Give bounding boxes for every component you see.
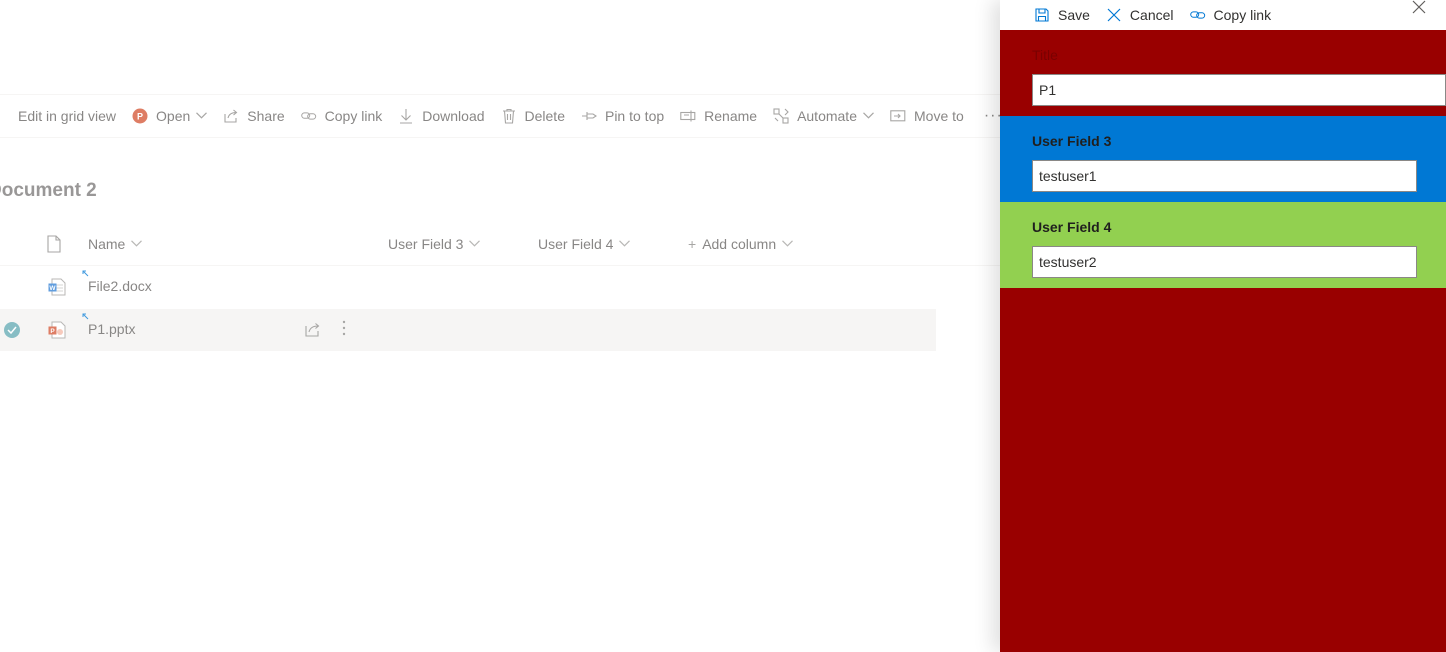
word-file-icon: W bbox=[48, 278, 66, 296]
command-bar: Edit in grid view P Open Share Copy link bbox=[0, 94, 1002, 138]
copy-link-button[interactable]: Copy link bbox=[1189, 7, 1272, 23]
open-label: Open bbox=[156, 108, 191, 124]
chevron-down-icon bbox=[863, 110, 874, 122]
delete-icon bbox=[501, 108, 517, 124]
chevron-down-icon bbox=[196, 110, 208, 122]
rename-icon bbox=[680, 108, 696, 124]
title-field-group: Title bbox=[1000, 30, 1446, 116]
file-name-link[interactable]: P1.pptx bbox=[88, 321, 135, 337]
download-icon bbox=[398, 108, 414, 124]
list-header: Name User Field 3 User Field 4 + Add col… bbox=[0, 224, 1000, 266]
cancel-icon bbox=[1106, 7, 1122, 23]
svg-text:P: P bbox=[50, 328, 55, 335]
pin-to-top-label: Pin to top bbox=[604, 108, 665, 124]
user-field-4-group: User Field 4 bbox=[1000, 202, 1446, 288]
add-column-label: Add column bbox=[702, 236, 777, 252]
title-field-label: Title bbox=[1032, 47, 1058, 63]
column-header-name-label: Name bbox=[88, 236, 126, 252]
chevron-down-icon bbox=[782, 239, 794, 250]
column-header-user-field-3[interactable]: User Field 3 bbox=[388, 236, 481, 252]
move-to-label: Move to bbox=[914, 108, 964, 124]
svg-text:W: W bbox=[49, 285, 56, 292]
column-header-user-field-4-label: User Field 4 bbox=[538, 236, 614, 252]
cancel-button[interactable]: Cancel bbox=[1106, 7, 1174, 23]
user-field-3-group: User Field 3 bbox=[1000, 116, 1446, 202]
save-label: Save bbox=[1058, 7, 1090, 23]
copy-link-label: Copy link bbox=[324, 108, 383, 124]
document-icon bbox=[47, 235, 61, 253]
pin-icon bbox=[581, 108, 597, 124]
add-column-button[interactable]: + Add column bbox=[688, 236, 794, 252]
move-icon bbox=[890, 108, 906, 124]
open-button[interactable]: P Open bbox=[124, 95, 215, 137]
save-button[interactable]: Save bbox=[1034, 7, 1090, 23]
row-selected-check-icon[interactable] bbox=[4, 322, 20, 338]
file-type-column-header[interactable] bbox=[47, 235, 61, 253]
delete-button[interactable]: Delete bbox=[493, 95, 573, 137]
add-icon: + bbox=[688, 236, 697, 252]
chevron-down-icon bbox=[469, 239, 481, 250]
chevron-down-icon bbox=[619, 239, 631, 250]
rename-button[interactable]: Rename bbox=[672, 95, 765, 137]
share-label: Share bbox=[247, 108, 285, 124]
column-header-name[interactable]: Name bbox=[88, 236, 143, 252]
rename-label: Rename bbox=[704, 108, 758, 124]
edit-in-grid-view-button[interactable]: Edit in grid view bbox=[0, 95, 124, 137]
panel-toolbar: Save Cancel Copy link bbox=[1000, 0, 1446, 30]
pin-to-top-button[interactable]: Pin to top bbox=[573, 95, 672, 137]
title-field[interactable] bbox=[1032, 74, 1446, 106]
file-name-link[interactable]: File2.docx bbox=[88, 278, 152, 294]
powerpoint-file-icon: P bbox=[48, 321, 66, 339]
library-title: Document 2 bbox=[0, 180, 97, 201]
row-more-actions-icon[interactable] bbox=[342, 319, 346, 340]
save-icon bbox=[1034, 7, 1050, 23]
copy-link-button[interactable]: Copy link bbox=[293, 95, 391, 137]
sharepoint-library-page: Edit in grid view P Open Share Copy link bbox=[0, 0, 1446, 652]
svg-text:P: P bbox=[137, 112, 143, 122]
link-icon bbox=[1189, 7, 1206, 23]
powerpoint-icon: P bbox=[132, 108, 148, 124]
edit-in-grid-view-label: Edit in grid view bbox=[18, 108, 117, 124]
row-share-icon[interactable] bbox=[304, 321, 322, 340]
copy-link-label: Copy link bbox=[1213, 7, 1272, 23]
column-header-user-field-4[interactable]: User Field 4 bbox=[538, 236, 631, 252]
automate-icon bbox=[773, 108, 789, 124]
column-header-user-field-3-label: User Field 3 bbox=[388, 236, 464, 252]
download-label: Download bbox=[422, 108, 485, 124]
close-icon[interactable] bbox=[1412, 0, 1428, 16]
details-panel: Save Cancel Copy link Title P1 User Fiel… bbox=[1000, 0, 1446, 652]
table-row[interactable]: P P1.pptx bbox=[0, 309, 936, 351]
link-icon bbox=[300, 108, 317, 124]
user-field-4-input[interactable] bbox=[1032, 246, 1417, 278]
user-field-4-label: User Field 4 bbox=[1032, 219, 1112, 235]
download-button[interactable]: Download bbox=[390, 95, 492, 137]
chevron-down-icon bbox=[131, 239, 143, 250]
grid-icon bbox=[0, 108, 10, 124]
cancel-label: Cancel bbox=[1129, 7, 1174, 23]
automate-button[interactable]: Automate bbox=[765, 95, 882, 137]
automate-label: Automate bbox=[797, 108, 857, 124]
share-button[interactable]: Share bbox=[215, 95, 292, 137]
user-field-3-input[interactable] bbox=[1032, 160, 1417, 192]
delete-label: Delete bbox=[524, 108, 565, 124]
share-icon bbox=[223, 108, 239, 124]
table-row[interactable]: W File2.docx bbox=[0, 266, 936, 308]
move-to-button[interactable]: Move to bbox=[882, 95, 972, 137]
user-field-3-label: User Field 3 bbox=[1032, 133, 1112, 149]
